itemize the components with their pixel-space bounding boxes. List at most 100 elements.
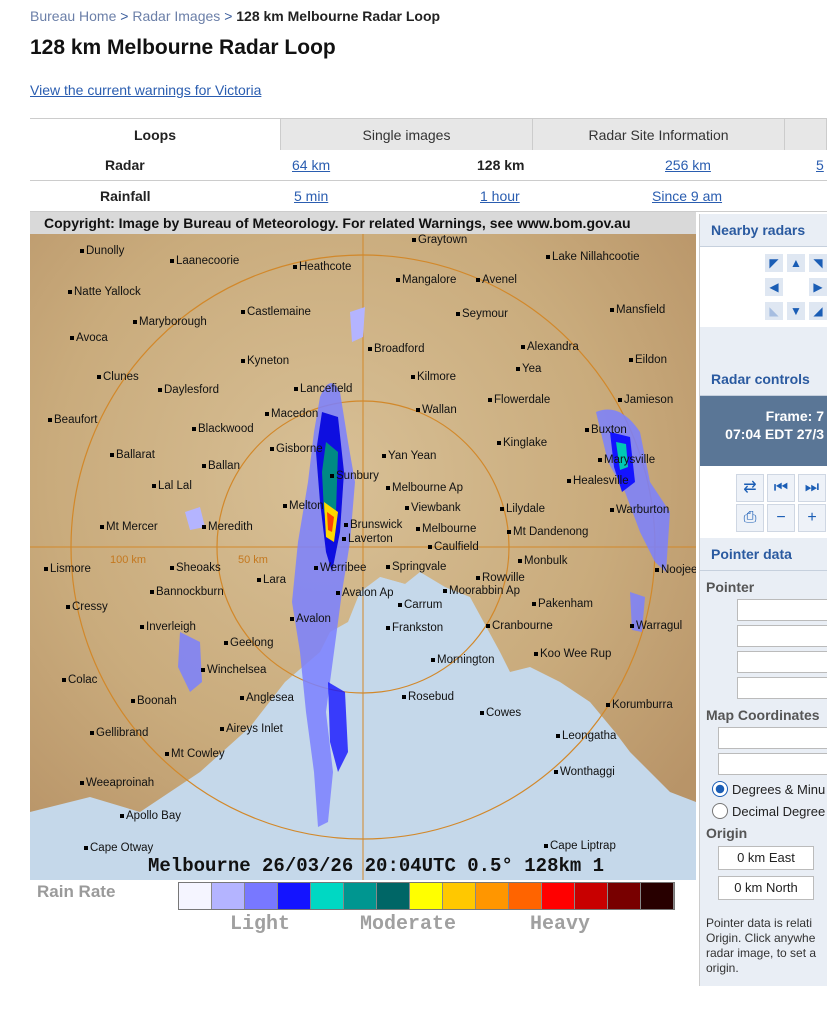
tab-single-images[interactable]: Single images — [281, 119, 533, 151]
pointer-data-body: Pointer Map Coordinates Degrees & Minu D… — [700, 571, 827, 982]
breadcrumb-radar-images-link[interactable]: Radar Images — [132, 8, 220, 24]
degrees-option-label: Degrees & Minu — [732, 782, 826, 797]
town-dot-icon — [131, 699, 135, 703]
town-label: Gellibrand — [90, 727, 148, 739]
town-label: Marysville — [598, 454, 655, 466]
town-label: Buxton — [585, 424, 627, 436]
town-name: Melbourne — [422, 523, 477, 535]
town-label: Colac — [62, 674, 97, 686]
tab-loops[interactable]: Loops — [30, 119, 281, 151]
town-name: Gellibrand — [96, 727, 149, 739]
town-label: Werribee — [314, 562, 366, 574]
step-back-icon[interactable]: ⏮ — [767, 474, 795, 502]
rainfall-since9-link[interactable]: Since 9 am — [652, 188, 722, 204]
town-name: Mt Dandenong — [513, 526, 589, 538]
town-name: Leongatha — [562, 730, 617, 742]
town-dot-icon — [618, 398, 622, 402]
town-dot-icon — [344, 523, 348, 527]
origin-east-field[interactable]: 0 km East — [718, 846, 814, 870]
step-forward-icon[interactable]: ⏭ — [798, 474, 826, 502]
town-dot-icon — [241, 359, 245, 363]
town-name: Weeaproinah — [86, 777, 155, 789]
west-arrow-icon[interactable]: ◀ — [764, 277, 784, 297]
town-label: Inverleigh — [140, 621, 196, 633]
rain-rate-legend: Rain Rate Light Moderate Heavy — [30, 880, 696, 940]
town-dot-icon — [546, 255, 550, 259]
warnings-link[interactable]: View the current warnings for Victoria — [30, 82, 261, 98]
town-label: Graytown — [412, 234, 467, 246]
town-dot-icon — [554, 770, 558, 774]
rainfall-5min-link[interactable]: 5 min — [294, 188, 328, 204]
town-name: Werribee — [320, 562, 367, 574]
decimal-degrees-radio[interactable]: Decimal Degree — [712, 803, 827, 819]
ne-arrow-icon[interactable]: ◥ — [808, 253, 827, 273]
coordinate-field-2[interactable] — [718, 753, 827, 775]
town-dot-icon — [630, 624, 634, 628]
coordinate-field-1[interactable] — [718, 727, 827, 749]
pointer-field-1[interactable] — [737, 599, 827, 621]
north-arrow-icon[interactable]: ▲ — [786, 253, 806, 273]
town-dot-icon — [386, 486, 390, 490]
pointer-field-3[interactable] — [737, 651, 827, 673]
east-arrow-icon[interactable]: ▶ — [808, 277, 827, 297]
town-dot-icon — [443, 589, 447, 593]
sw-arrow-icon[interactable]: ◣ — [764, 301, 784, 321]
nw-arrow-icon[interactable]: ◤ — [764, 253, 784, 273]
town-name: Laanecoorie — [176, 255, 240, 267]
pointer-field-4[interactable] — [737, 677, 827, 699]
town-dot-icon — [456, 312, 460, 316]
pointer-field-2[interactable] — [737, 625, 827, 647]
town-dot-icon — [386, 626, 390, 630]
town-label: Natte Yallock — [68, 286, 141, 298]
town-dot-icon — [518, 559, 522, 563]
town-name: Maryborough — [139, 316, 207, 328]
town-name: Cowes — [486, 707, 522, 719]
town-dot-icon — [80, 781, 84, 785]
origin-north-field[interactable]: 0 km North — [718, 876, 814, 900]
town-dot-icon — [240, 696, 244, 700]
se-arrow-icon[interactable]: ◢ — [808, 301, 827, 321]
center-icon — [786, 277, 806, 297]
zoom-in-icon[interactable]: + — [798, 504, 826, 532]
town-name: Melbourne Ap — [392, 482, 463, 494]
south-arrow-icon[interactable]: ▼ — [786, 301, 806, 321]
town-name: Natte Yallock — [74, 286, 141, 298]
tab-radar-site-information[interactable]: Radar Site Information — [533, 119, 785, 151]
nearby-radars-heading: Nearby radars — [700, 214, 827, 247]
town-dot-icon — [610, 508, 614, 512]
radar-image[interactable]: Copyright: Image by Bureau of Meteorolog… — [30, 212, 696, 880]
rainfall-1hour-link[interactable]: 1 hour — [480, 188, 520, 204]
town-name: Monbulk — [524, 555, 568, 567]
tab-more[interactable] — [785, 119, 827, 151]
town-name: Jamieson — [624, 394, 674, 406]
legend-swatch — [509, 883, 542, 909]
print-icon[interactable]: ⎙ — [736, 504, 764, 532]
town-dot-icon — [202, 525, 206, 529]
range-512-link[interactable]: 5 — [816, 157, 824, 173]
town-label: Wallan — [416, 404, 457, 416]
town-label: Warragul — [630, 620, 682, 632]
town-label: Brunswick — [344, 519, 402, 531]
town-name: Aireys Inlet — [226, 723, 283, 735]
town-label: Jamieson — [618, 394, 673, 406]
range-64-link[interactable]: 64 km — [292, 157, 330, 173]
town-name: Lal Lal — [158, 480, 192, 492]
radio-selected-icon — [712, 781, 728, 797]
range-256-link[interactable]: 256 km — [665, 157, 711, 173]
radar-caption: Melbourne 26/03/26 20:04UTC 0.5° 128km 1 — [148, 855, 605, 877]
zoom-out-icon[interactable]: − — [767, 504, 795, 532]
legend-title: Rain Rate — [37, 882, 116, 901]
town-name: Broadford — [374, 343, 425, 355]
breadcrumb-home-link[interactable]: Bureau Home — [30, 8, 116, 24]
degrees-minutes-radio[interactable]: Degrees & Minu — [712, 781, 827, 797]
town-label: Carrum — [398, 599, 442, 611]
swap-icon[interactable]: ⇄ — [736, 474, 764, 502]
tab-bar: Loops Single images Radar Site Informati… — [30, 118, 827, 151]
town-name: Lara — [263, 574, 287, 586]
town-dot-icon — [610, 308, 614, 312]
town-label: Rosebud — [402, 691, 454, 703]
town-dot-icon — [97, 375, 101, 379]
town-label: Cape Liptrap — [544, 840, 616, 852]
town-dot-icon — [241, 310, 245, 314]
town-label: Sunbury — [330, 470, 379, 482]
